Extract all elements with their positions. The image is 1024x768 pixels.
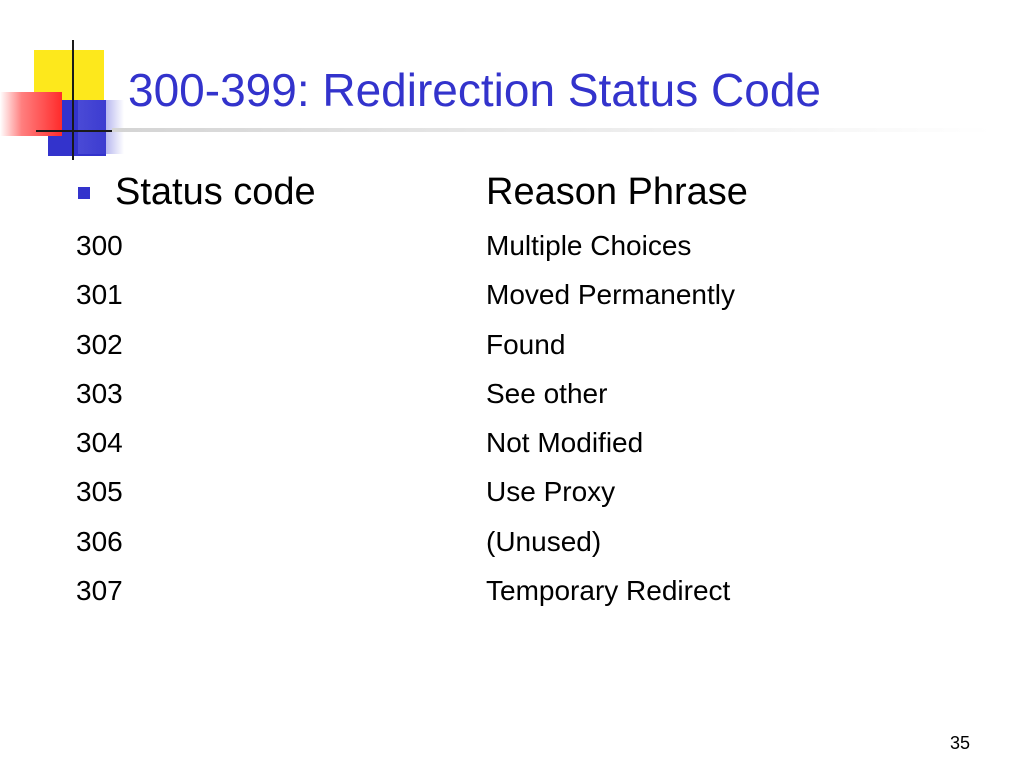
status-code: 302 — [76, 328, 123, 360]
header-reason-phrase: Reason Phrase — [486, 171, 748, 213]
status-code-list: 300 Multiple Choices 301 Moved Permanent… — [76, 228, 876, 622]
reason-phrase: Use Proxy — [486, 476, 616, 508]
table-row: 302 Found — [76, 327, 876, 376]
reason-phrase: Found — [486, 328, 566, 360]
reason-phrase: Temporary Redirect — [486, 575, 731, 607]
table-row: 306 (Unused) — [76, 524, 876, 573]
header-status-code: Status code — [115, 171, 316, 213]
status-code: 303 — [76, 377, 123, 409]
logo-blue-gradient — [78, 100, 124, 154]
reason-phrase: Multiple Choices — [486, 230, 692, 261]
title-underline — [112, 128, 992, 132]
table-row: 305 Use Proxy — [76, 474, 876, 523]
reason-phrase: Not Modified — [486, 427, 644, 459]
reason-phrase: Moved Permanently — [486, 279, 736, 311]
page-number: 35 — [949, 733, 970, 753]
status-code: 300 — [76, 230, 123, 261]
status-code: 301 — [76, 279, 123, 311]
reason-phrase: See other — [486, 377, 608, 409]
table-row: 303 See other — [76, 376, 876, 425]
status-code: 304 — [76, 427, 123, 459]
bullet-icon — [78, 187, 90, 199]
slide: 300-399: Redirection Status Code Status … — [0, 0, 1024, 768]
slide-title: 300-399: Redirection Status Code — [128, 64, 821, 116]
table-header: Status code Reason Phrase — [78, 170, 978, 214]
status-code: 306 — [76, 525, 123, 557]
logo-vertical-line — [72, 40, 74, 160]
table-row: 301 Moved Permanently — [76, 277, 876, 326]
table-row: 304 Not Modified — [76, 425, 876, 474]
status-code: 305 — [76, 476, 123, 508]
reason-phrase: (Unused) — [486, 525, 602, 557]
table-row: 300 Multiple Choices — [76, 228, 876, 277]
status-code: 307 — [76, 575, 123, 607]
table-row: 307 Temporary Redirect — [76, 573, 876, 622]
